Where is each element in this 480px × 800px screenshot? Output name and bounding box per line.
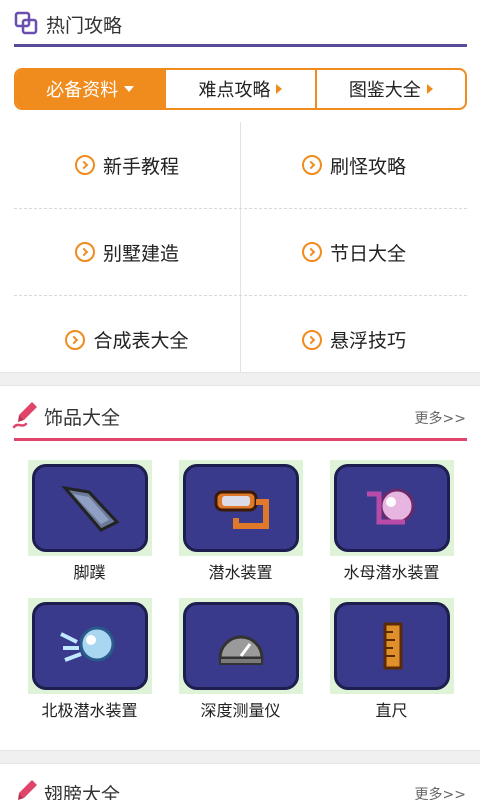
pen-icon: [12, 400, 40, 430]
item-label: 脚蹼: [73, 563, 106, 582]
flipper-icon: [60, 485, 119, 532]
depth-meter-icon: [217, 635, 264, 665]
accessory-item[interactable]: 北极潜水装置: [14, 598, 165, 722]
item-label: 北极潜水装置: [41, 701, 138, 720]
chevron-circle-icon: [301, 155, 322, 175]
link-label: 刷怪攻略: [329, 155, 406, 178]
link-beginner-tutorial[interactable]: 新手教程: [14, 122, 241, 208]
link-squares-icon: [14, 11, 38, 35]
link-hover-tips[interactable]: 悬浮技巧: [241, 296, 467, 383]
ruler-icon: [383, 622, 402, 670]
tab-label: 必备资料: [46, 80, 119, 101]
section-separator: [0, 372, 480, 386]
chevron-circle-icon: [74, 155, 95, 175]
chevron-circle-icon: [301, 242, 322, 262]
tab-hard-guides[interactable]: 难点攻略: [166, 70, 317, 108]
item-label: 潜水装置: [208, 563, 273, 582]
accessory-item[interactable]: 直尺: [316, 598, 467, 722]
hot-guides-header: 热门攻略: [0, 0, 480, 46]
accessories-grid: 脚蹼 潜水装置 水母潜水装置 北极潜水装置 深度测量仪 直尺: [14, 460, 467, 722]
accessory-item[interactable]: 深度测量仪: [165, 598, 316, 722]
accessory-item[interactable]: 脚蹼: [14, 460, 165, 584]
link-monster-farming[interactable]: 刷怪攻略: [241, 122, 467, 208]
chevron-circle-icon: [301, 329, 322, 350]
guide-tabs: 必备资料 难点攻略 图鉴大全: [14, 68, 467, 110]
caret-right-icon: [426, 84, 433, 94]
link-row: 别墅建造 节日大全: [14, 209, 467, 296]
accessories-title: 饰品大全: [44, 407, 121, 429]
tab-essentials[interactable]: 必备资料: [16, 70, 167, 108]
link-holidays[interactable]: 节日大全: [241, 209, 467, 295]
wings-header: 翅膀大全 更多>>: [0, 772, 480, 800]
pen-icon: [12, 778, 40, 800]
wings-title: 翅膀大全: [44, 784, 121, 800]
item-label: 直尺: [375, 701, 408, 720]
link-villa-building[interactable]: 别墅建造: [14, 209, 241, 295]
item-label: 水母潜水装置: [343, 563, 440, 582]
link-row: 新手教程 刷怪攻略: [14, 122, 467, 209]
wings-more-link[interactable]: 更多>>: [415, 784, 466, 800]
link-label: 别墅建造: [102, 242, 179, 265]
accessories-more-link[interactable]: 更多>>: [415, 408, 466, 428]
chevron-circle-icon: [65, 329, 86, 350]
caret-down-icon: [124, 86, 135, 92]
item-label: 深度测量仪: [200, 701, 281, 720]
accessory-item[interactable]: 水母潜水装置: [316, 460, 467, 584]
hot-guides-divider: [14, 44, 467, 47]
accessory-item[interactable]: 潜水装置: [165, 460, 316, 584]
tab-label: 难点攻略: [198, 80, 271, 101]
accessories-header: 饰品大全 更多>>: [0, 394, 480, 438]
diving-gear-icon: [214, 490, 269, 529]
tab-label: 图鉴大全: [348, 80, 421, 101]
link-label: 悬浮技巧: [329, 330, 406, 352]
link-label: 合成表大全: [93, 330, 189, 352]
guide-links: 新手教程 刷怪攻略 别墅建造 节日大全 合成表大全 悬浮技巧: [14, 122, 467, 383]
tab-wiki[interactable]: 图鉴大全: [317, 70, 465, 108]
link-label: 新手教程: [102, 155, 179, 178]
link-crafting-table[interactable]: 合成表大全: [14, 296, 241, 383]
jellyfish-diving-gear-icon: [366, 488, 414, 525]
accessories-divider: [14, 438, 467, 441]
link-row: 合成表大全 悬浮技巧: [14, 296, 467, 383]
hot-guides-title: 热门攻略: [46, 15, 123, 37]
chevron-circle-icon: [74, 242, 95, 262]
link-label: 节日大全: [329, 242, 406, 265]
section-separator: [0, 750, 480, 764]
caret-right-icon: [276, 84, 283, 94]
arctic-diving-gear-icon: [59, 626, 114, 662]
